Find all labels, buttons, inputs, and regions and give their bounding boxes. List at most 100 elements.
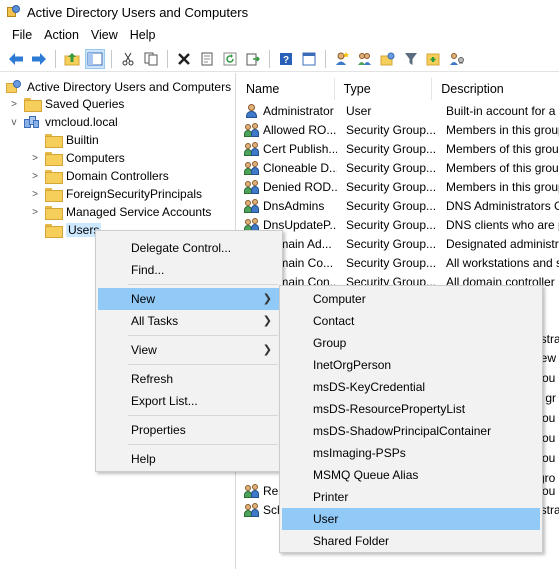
folder-icon <box>45 224 63 238</box>
tree-item-label: Computers <box>66 151 125 165</box>
toolbar-separator <box>269 49 270 68</box>
menu-item-label: All Tasks <box>131 314 179 328</box>
toolbar-separator <box>55 49 56 68</box>
chevron-right-icon[interactable]: > <box>8 98 20 110</box>
menu-action[interactable]: Action <box>38 28 85 42</box>
group-icon <box>244 502 260 517</box>
help-icon[interactable]: ? <box>276 49 296 69</box>
table-row[interactable]: Domain Co... Security Group... All works… <box>237 253 559 272</box>
name-cell: Cert Publish... <box>237 141 337 156</box>
chevron-down-icon[interactable]: v <box>8 116 20 128</box>
table-row[interactable]: Administrator User Built-in account for … <box>237 101 559 120</box>
up-folder-icon[interactable] <box>62 49 82 69</box>
export-list-icon[interactable] <box>243 49 263 69</box>
menu-item-view[interactable]: View ❯ <box>98 339 280 361</box>
type-cell: Security Group... <box>346 141 437 156</box>
tree-item-domain-controllers[interactable]: > Domain Controllers <box>29 167 169 185</box>
submenu-item-msmq-queue-alias[interactable]: MSMQ Queue Alias <box>282 464 540 486</box>
table-row[interactable]: Denied ROD... Security Group... Members … <box>237 177 559 196</box>
column-header-description[interactable]: Description <box>432 78 559 100</box>
show-tree-icon[interactable] <box>85 48 105 69</box>
new-group-icon[interactable] <box>355 49 375 69</box>
menu-item-delegate-control[interactable]: Delegate Control... <box>98 237 280 259</box>
new-user-icon[interactable] <box>332 49 352 69</box>
cut-icon[interactable] <box>118 49 138 69</box>
delete-icon[interactable] <box>174 49 194 69</box>
name-cell: Denied ROD... <box>237 179 337 194</box>
menu-item-refresh[interactable]: Refresh <box>98 368 280 390</box>
toolbar-separator <box>167 49 168 68</box>
menu-item-export-list[interactable]: Export List... <box>98 390 280 412</box>
type-cell: User <box>346 103 372 118</box>
submenu-item-user[interactable]: User <box>282 508 540 530</box>
menu-item-new[interactable]: New ❯ <box>98 288 280 310</box>
tree-item-domain[interactable]: v vmcloud.local <box>8 113 118 131</box>
submenu-item-computer[interactable]: Computer <box>282 288 540 310</box>
chevron-right-icon[interactable]: > <box>29 152 41 164</box>
refresh-icon[interactable] <box>220 49 240 69</box>
type-cell: Security Group... <box>346 122 437 137</box>
table-row[interactable]: Cloneable D... Security Group... Members… <box>237 158 559 177</box>
toolbar-separator <box>111 49 112 68</box>
submenu-item-contact[interactable]: Contact <box>282 310 540 332</box>
table-row[interactable]: Cert Publish... Security Group... Member… <box>237 139 559 158</box>
tree-item-builtin[interactable]: Builtin <box>29 131 99 149</box>
table-row[interactable]: DnsAdmins Security Group... DNS Administ… <box>237 196 559 215</box>
tree-item-label: ForeignSecurityPrincipals <box>66 187 203 201</box>
delegate-icon[interactable] <box>447 49 467 69</box>
tree-item-foreign-security-principals[interactable]: > ForeignSecurityPrincipals <box>29 185 202 203</box>
table-row[interactable]: Allowed RO... Security Group... Members … <box>237 120 559 139</box>
menu-view[interactable]: View <box>85 28 124 42</box>
folder-icon <box>45 152 63 166</box>
column-header-type[interactable]: Type <box>335 78 433 100</box>
submenu-item-msds-shadowprincipalcontainer[interactable]: msDS-ShadowPrincipalContainer <box>282 420 540 442</box>
list-header: Name Type Description <box>237 78 559 100</box>
submenu-item-printer[interactable]: Printer <box>282 486 540 508</box>
table-row[interactable]: Domain Ad... Security Group... Designate… <box>237 234 559 253</box>
back-icon[interactable] <box>6 49 26 69</box>
row-name: Denied ROD... <box>263 179 337 194</box>
tree-item-users[interactable]: Users <box>29 221 102 239</box>
submenu-item-msds-resourcepropertylist[interactable]: msDS-ResourcePropertyList <box>282 398 540 420</box>
tree-item-root[interactable]: Active Directory Users and Computers <box>6 78 231 96</box>
chevron-right-icon: ❯ <box>262 315 272 327</box>
group-icon <box>244 179 260 194</box>
column-header-name[interactable]: Name <box>237 78 335 100</box>
tree-item-computers[interactable]: > Computers <box>29 149 125 167</box>
new-ou-icon[interactable] <box>378 49 398 69</box>
chevron-right-icon[interactable]: > <box>29 170 41 182</box>
description-cell: Designated administr <box>446 236 559 251</box>
submenu-item-group[interactable]: Group <box>282 332 540 354</box>
submenu-item-msimaging-psps[interactable]: msImaging-PSPs <box>282 442 540 464</box>
menu-item-label: New <box>131 292 156 306</box>
properties-icon[interactable] <box>197 49 217 69</box>
menu-separator <box>128 415 278 416</box>
chevron-right-icon[interactable]: > <box>29 188 41 200</box>
toolbar: ? <box>0 46 559 72</box>
menu-item-all-tasks[interactable]: All Tasks ❯ <box>98 310 280 332</box>
folder-icon <box>45 206 63 220</box>
console-icon[interactable] <box>299 49 319 69</box>
filter-icon[interactable] <box>401 49 421 69</box>
add-to-group-icon[interactable] <box>424 49 444 69</box>
forward-icon[interactable] <box>29 49 49 69</box>
table-row[interactable]: DnsUpdateP... Security Group... DNS clie… <box>237 215 559 234</box>
menu-item-label: User <box>313 512 339 526</box>
type-cell: Security Group... <box>346 236 437 251</box>
copy-icon[interactable] <box>141 49 161 69</box>
tree-item-saved-queries[interactable]: > Saved Queries <box>8 95 124 113</box>
menu-item-properties[interactable]: Properties <box>98 419 280 441</box>
menu-help[interactable]: Help <box>124 28 162 42</box>
chevron-right-icon[interactable]: > <box>29 206 41 218</box>
row-name: Cert Publish... <box>263 141 337 156</box>
menu-file[interactable]: File <box>6 28 38 42</box>
menu-item-find[interactable]: Find... <box>98 259 280 281</box>
submenu-item-shared-folder[interactable]: Shared Folder <box>282 530 540 552</box>
menu-item-label: Export List... <box>131 394 198 408</box>
menu-item-help[interactable]: Help <box>98 448 280 470</box>
description-cell: DNS Administrators G <box>446 198 559 213</box>
tree-item-managed-service-accounts[interactable]: > Managed Service Accounts <box>29 203 211 221</box>
row-name: Administrator <box>263 103 334 118</box>
submenu-item-inetorgperson[interactable]: InetOrgPerson <box>282 354 540 376</box>
submenu-item-msds-keycredential[interactable]: msDS-KeyCredential <box>282 376 540 398</box>
